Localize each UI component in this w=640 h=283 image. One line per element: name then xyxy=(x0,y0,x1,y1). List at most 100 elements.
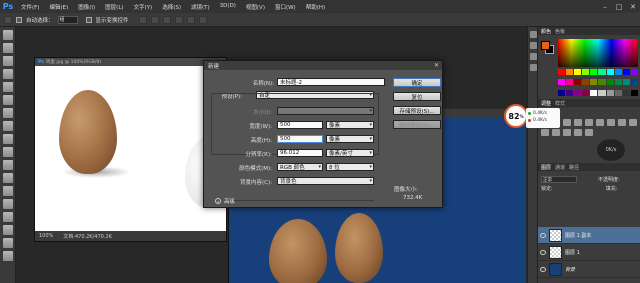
posterize-icon[interactable] xyxy=(563,129,571,136)
minimize-button[interactable]: – xyxy=(598,0,612,13)
dodge-tool-icon[interactable] xyxy=(3,199,13,209)
color-swatch[interactable] xyxy=(558,79,566,86)
character-panel-icon[interactable] xyxy=(530,53,537,60)
path-select-tool-icon[interactable] xyxy=(3,238,13,248)
color-swatch[interactable] xyxy=(598,89,606,96)
color-swatch[interactable] xyxy=(558,89,566,96)
reset-button[interactable]: 复位 xyxy=(393,92,441,101)
quick-select-tool-icon[interactable] xyxy=(3,69,13,79)
lasso-tool-icon[interactable] xyxy=(3,56,13,66)
align-bottom-icon[interactable] xyxy=(162,15,171,24)
color-swatch[interactable] xyxy=(630,89,638,96)
color-spectrum[interactable] xyxy=(558,39,638,67)
color-swatch[interactable] xyxy=(598,69,606,75)
pen-tool-icon[interactable] xyxy=(3,212,13,222)
save-preset-button[interactable]: 存储预设(S)... xyxy=(393,106,441,115)
color-swatch[interactable] xyxy=(590,89,598,96)
text-tool-icon[interactable] xyxy=(3,225,13,235)
eye-icon[interactable] xyxy=(540,232,546,238)
dialog-close-icon[interactable]: ✕ xyxy=(434,61,439,70)
width-input[interactable]: 500 xyxy=(277,121,323,129)
color-swatch[interactable] xyxy=(630,69,638,75)
color-mode-dropdown[interactable]: RGB 颜色 ▾ xyxy=(277,163,323,171)
move-tool-icon[interactable] xyxy=(4,15,12,24)
selective-color-icon[interactable] xyxy=(585,129,593,136)
move-tool-icon[interactable] xyxy=(3,30,13,40)
color-swatch[interactable] xyxy=(566,89,574,96)
document-canvas[interactable] xyxy=(35,66,226,233)
show-transform-checkbox[interactable] xyxy=(85,16,92,23)
blur-tool-icon[interactable] xyxy=(3,186,13,196)
paragraph-panel-icon[interactable] xyxy=(530,64,537,71)
tab-layers[interactable]: 图层 xyxy=(541,164,551,171)
menu-item[interactable]: 选择(S) xyxy=(157,3,186,11)
align-right-icon[interactable] xyxy=(198,15,207,24)
tab-paths[interactable]: 路径 xyxy=(569,164,579,171)
ok-button[interactable]: 确定 xyxy=(393,78,441,87)
menu-item[interactable]: 滤镜(T) xyxy=(186,3,215,11)
color-swatch[interactable] xyxy=(622,79,630,86)
document-window[interactable]: Ps 鸡蛋.jpg @ 100%(RGB/8) 100% 文档:470.2K/4… xyxy=(34,57,227,242)
eraser-tool-icon[interactable] xyxy=(3,160,13,170)
photo-filter-icon[interactable] xyxy=(629,119,637,126)
name-input[interactable]: 未标题-2 xyxy=(277,78,385,86)
close-button[interactable]: ✕ xyxy=(626,0,640,13)
gradient-tool-icon[interactable] xyxy=(3,173,13,183)
align-middle-icon[interactable] xyxy=(150,15,159,24)
invert-icon[interactable] xyxy=(552,129,560,136)
color-swatch[interactable] xyxy=(574,69,582,75)
layer-row[interactable]: 图层 1 xyxy=(538,244,640,261)
tab-styles[interactable]: 样式 xyxy=(555,100,565,107)
color-swatch[interactable] xyxy=(614,69,622,75)
layer-row[interactable]: 背景 xyxy=(538,261,640,278)
menu-item[interactable]: 视图(V) xyxy=(241,3,270,11)
color-swatch[interactable] xyxy=(582,79,590,86)
healing-tool-icon[interactable] xyxy=(3,108,13,118)
resolution-unit-dropdown[interactable]: 像素/英寸 ▾ xyxy=(326,149,374,157)
exposure-icon[interactable] xyxy=(574,119,582,126)
crop-tool-icon[interactable] xyxy=(3,82,13,92)
tab-color[interactable]: 颜色 xyxy=(541,28,551,35)
height-unit-dropdown[interactable]: 像素 ▾ xyxy=(326,135,374,143)
blend-mode-dropdown[interactable]: 正常 xyxy=(541,176,577,183)
align-center-icon[interactable] xyxy=(186,15,195,24)
color-swatch[interactable] xyxy=(614,89,622,96)
height-input[interactable]: 500 xyxy=(277,135,323,143)
auto-select-checkbox[interactable] xyxy=(16,16,22,23)
color-swatch[interactable] xyxy=(590,69,598,75)
foreground-color-swatch[interactable] xyxy=(541,41,550,50)
stamp-tool-icon[interactable] xyxy=(3,134,13,144)
vibrance-icon[interactable] xyxy=(585,119,593,126)
menu-item[interactable]: 文件(F) xyxy=(16,3,44,11)
maximize-button[interactable]: □ xyxy=(612,0,626,13)
tab-adjustments[interactable]: 调整 xyxy=(541,100,551,107)
eye-icon[interactable] xyxy=(540,249,546,255)
black-white-icon[interactable] xyxy=(618,119,626,126)
bit-depth-dropdown[interactable]: 8 位 ▾ xyxy=(326,163,374,171)
menu-item[interactable]: 帮助(H) xyxy=(301,3,330,11)
eye-icon[interactable] xyxy=(540,266,546,272)
speed-percent-badge[interactable]: 82% xyxy=(504,104,528,128)
align-top-icon[interactable] xyxy=(138,15,147,24)
color-swatch[interactable] xyxy=(630,79,638,86)
hue-icon[interactable] xyxy=(596,119,604,126)
menu-item[interactable]: 编辑(E) xyxy=(44,3,73,11)
menu-item[interactable]: 3D(D) xyxy=(215,3,241,11)
color-swatch[interactable] xyxy=(622,69,630,75)
auto-select-dropdown[interactable]: 组 xyxy=(57,15,78,24)
color-swatch[interactable] xyxy=(590,79,598,86)
properties-panel-icon[interactable] xyxy=(530,42,537,49)
color-swatch[interactable] xyxy=(598,79,606,86)
tab-channels[interactable]: 通道 xyxy=(555,164,565,171)
resolution-input[interactable]: 96.012 xyxy=(277,149,323,157)
curves-icon[interactable] xyxy=(563,119,571,126)
menu-item[interactable]: 窗口(W) xyxy=(270,3,301,11)
brush-tool-icon[interactable] xyxy=(3,121,13,131)
threshold-icon[interactable] xyxy=(574,129,582,136)
shape-tool-icon[interactable] xyxy=(3,251,13,261)
align-left-icon[interactable] xyxy=(174,15,183,24)
menu-item[interactable]: 图层(L) xyxy=(100,3,128,11)
color-swatch[interactable] xyxy=(606,69,614,75)
color-swatch[interactable] xyxy=(582,69,590,75)
color-swatch[interactable] xyxy=(614,79,622,86)
